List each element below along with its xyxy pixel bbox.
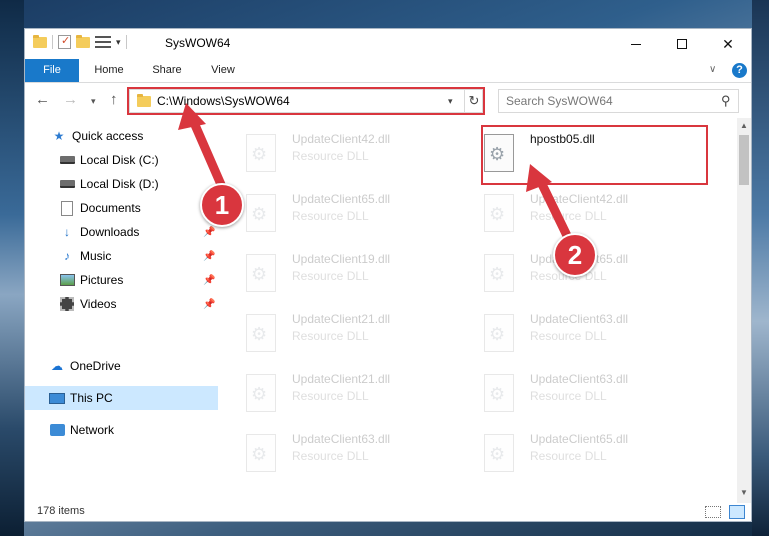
annotation-arrows — [178, 103, 577, 251]
arrow-to-address-bar-head — [178, 103, 206, 130]
callout-step-2: 2 — [553, 233, 597, 277]
callout-step-1: 1 — [200, 183, 244, 227]
